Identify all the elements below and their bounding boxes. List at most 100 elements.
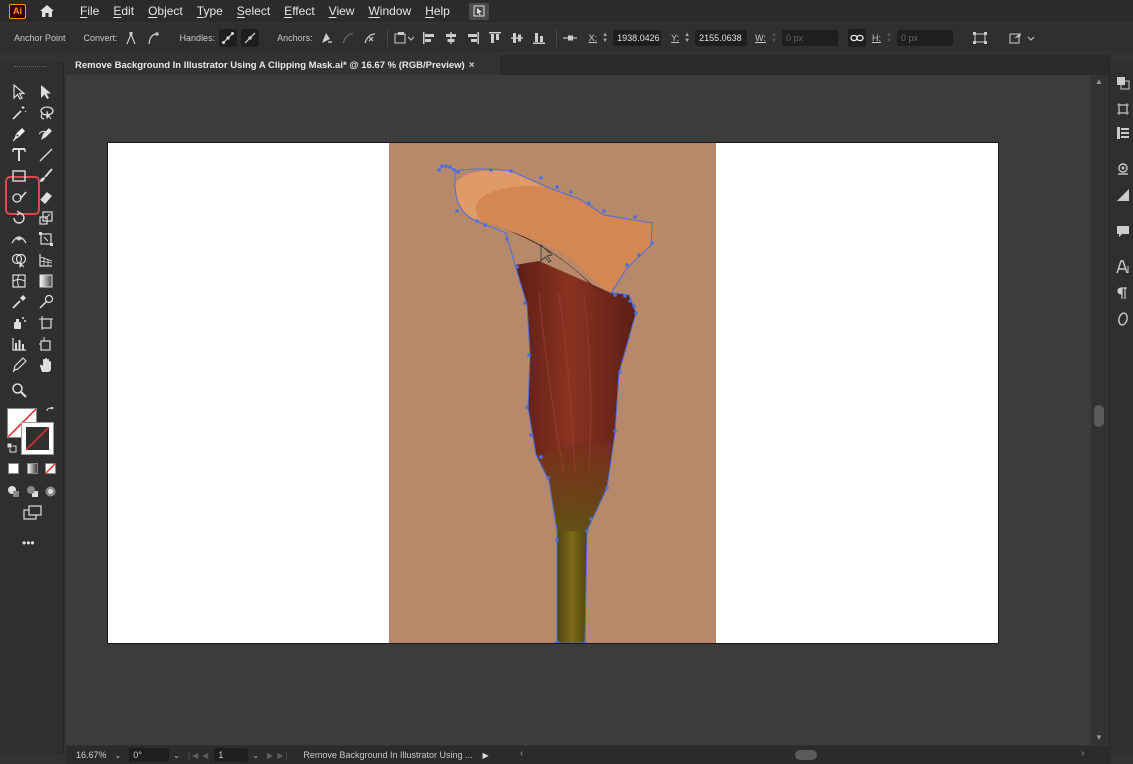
menu-edit[interactable]: Edit [106, 4, 141, 18]
convert-to-smooth-icon[interactable] [144, 29, 162, 47]
opentype-panel-icon[interactable] [1116, 312, 1130, 326]
hide-handles-icon[interactable] [241, 29, 259, 47]
none-mode-icon[interactable] [42, 460, 58, 476]
menu-help[interactable]: Help [418, 4, 457, 18]
align-horizontal-center-icon[interactable] [442, 29, 460, 47]
rectangle-tool-icon[interactable] [9, 166, 29, 186]
menu-object[interactable]: Object [141, 4, 190, 18]
align-to-selection-icon[interactable] [392, 29, 416, 47]
hand-tool-icon[interactable] [36, 355, 56, 375]
align-vertical-center-icon[interactable] [508, 29, 526, 47]
shape-builder-tool-icon[interactable] [9, 250, 29, 270]
show-handles-icon[interactable] [219, 29, 237, 47]
eraser-tool-icon[interactable] [36, 187, 56, 207]
menu-type[interactable]: Type [190, 4, 230, 18]
w-stepper[interactable]: ▲▼ [769, 30, 779, 46]
stroke-swatch[interactable] [22, 423, 53, 454]
rotation-field[interactable]: 0° [129, 748, 169, 762]
align-right-icon[interactable] [464, 29, 482, 47]
horizontal-scroll-thumb[interactable] [795, 750, 817, 760]
horizontal-scrollbar[interactable]: ‹ › [520, 749, 1090, 761]
selection-tool-icon[interactable] [9, 82, 29, 102]
slice-tool-icon[interactable] [36, 334, 56, 354]
free-transform-tool-icon[interactable] [36, 229, 56, 249]
constrain-proportions-icon[interactable] [848, 29, 866, 47]
next-artboard-icon[interactable]: ▶ [267, 751, 275, 760]
perspective-grid-tool-icon[interactable] [36, 250, 56, 270]
panel-grip[interactable] [14, 66, 46, 68]
paintbrush-tool-icon[interactable] [36, 166, 56, 186]
character-panel-icon[interactable] [1116, 260, 1130, 274]
scroll-down-icon[interactable]: ▼ [1094, 733, 1104, 743]
isolate-object-icon[interactable] [1007, 29, 1037, 47]
arrange-panels-icon[interactable] [1116, 76, 1130, 90]
artboard-number-field[interactable]: 1 [214, 748, 248, 762]
draw-behind-icon[interactable] [24, 483, 40, 499]
align-left-icon[interactable] [420, 29, 438, 47]
arrange-documents-icon[interactable] [469, 3, 489, 20]
scroll-right-icon[interactable]: › [1081, 748, 1084, 759]
x-stepper[interactable]: ▲▼ [600, 30, 610, 46]
x-input[interactable]: 1938.0426 [613, 30, 661, 46]
eyedropper-tool-icon[interactable] [9, 292, 29, 312]
zoom-field[interactable]: 16.67% [72, 748, 111, 762]
home-icon[interactable] [38, 3, 56, 19]
shaper-tool-icon[interactable] [9, 187, 29, 207]
scroll-up-icon[interactable]: ▲ [1094, 77, 1104, 87]
pen-tool-icon[interactable] [9, 124, 29, 144]
menu-view[interactable]: View [322, 4, 362, 18]
remove-anchor-icon[interactable] [317, 29, 335, 47]
pencil-tool-icon[interactable] [9, 355, 29, 375]
type-tool-icon[interactable] [9, 145, 29, 165]
zoom-tool-icon[interactable] [9, 380, 29, 400]
scale-tool-icon[interactable] [36, 208, 56, 228]
align-bottom-icon[interactable] [530, 29, 548, 47]
y-stepper[interactable]: ▲▼ [682, 30, 692, 46]
menu-effect[interactable]: Effect [277, 4, 321, 18]
artboards-panel-icon[interactable] [1116, 102, 1130, 116]
w-input[interactable]: 0 px [782, 30, 838, 46]
blend-tool-icon[interactable] [36, 292, 56, 312]
menu-file[interactable]: File [73, 4, 106, 18]
width-tool-icon[interactable] [9, 229, 29, 249]
artboard-tool-icon[interactable] [36, 313, 56, 333]
screen-mode-icon[interactable] [22, 504, 44, 522]
swap-fill-stroke-icon[interactable] [44, 406, 56, 418]
curvature-tool-icon[interactable] [36, 124, 56, 144]
h-input[interactable]: 0 px [897, 30, 953, 46]
magic-wand-tool-icon[interactable] [9, 103, 29, 123]
symbols-panel-icon[interactable] [1116, 162, 1130, 176]
transform-icon[interactable] [971, 29, 989, 47]
first-artboard-icon[interactable]: |◀ [188, 751, 200, 760]
gradient-tool-icon[interactable] [36, 271, 56, 291]
menu-window[interactable]: Window [361, 4, 418, 18]
connect-anchors-icon[interactable] [339, 29, 357, 47]
h-stepper[interactable]: ▲▼ [884, 30, 894, 46]
gradient-panel-icon[interactable] [1116, 188, 1130, 202]
y-input[interactable]: 2155.0638 [695, 30, 747, 46]
previous-artboard-icon[interactable]: ◀ [202, 751, 210, 760]
align-top-icon[interactable] [486, 29, 504, 47]
column-graph-tool-icon[interactable] [9, 334, 29, 354]
menu-select[interactable]: Select [230, 4, 277, 18]
draw-normal-icon[interactable] [5, 483, 21, 499]
zoom-dropdown-icon[interactable]: ⌄ [115, 751, 122, 760]
rotate-tool-icon[interactable] [9, 208, 29, 228]
last-artboard-icon[interactable]: ▶| [277, 751, 289, 760]
vertical-scrollbar[interactable]: ▲ ▼ [1091, 75, 1106, 745]
scroll-left-icon[interactable]: ‹ [520, 748, 523, 759]
lasso-tool-icon[interactable] [36, 103, 56, 123]
reference-point-icon[interactable] [561, 29, 579, 47]
calla-lily-photo[interactable] [389, 143, 716, 643]
color-mode-icon[interactable] [5, 460, 21, 476]
convert-to-corner-icon[interactable] [122, 29, 140, 47]
line-segment-tool-icon[interactable] [36, 145, 56, 165]
gradient-mode-icon[interactable] [24, 460, 40, 476]
default-fill-stroke-icon[interactable] [5, 441, 17, 453]
cut-path-icon[interactable] [361, 29, 379, 47]
direct-selection-tool-icon[interactable] [36, 82, 56, 102]
mesh-tool-icon[interactable] [9, 271, 29, 291]
edit-toolbar-icon[interactable]: ••• [22, 536, 35, 550]
symbol-sprayer-tool-icon[interactable] [9, 313, 29, 333]
document-tab[interactable]: Remove Background In Illustrator Using A… [66, 55, 500, 75]
